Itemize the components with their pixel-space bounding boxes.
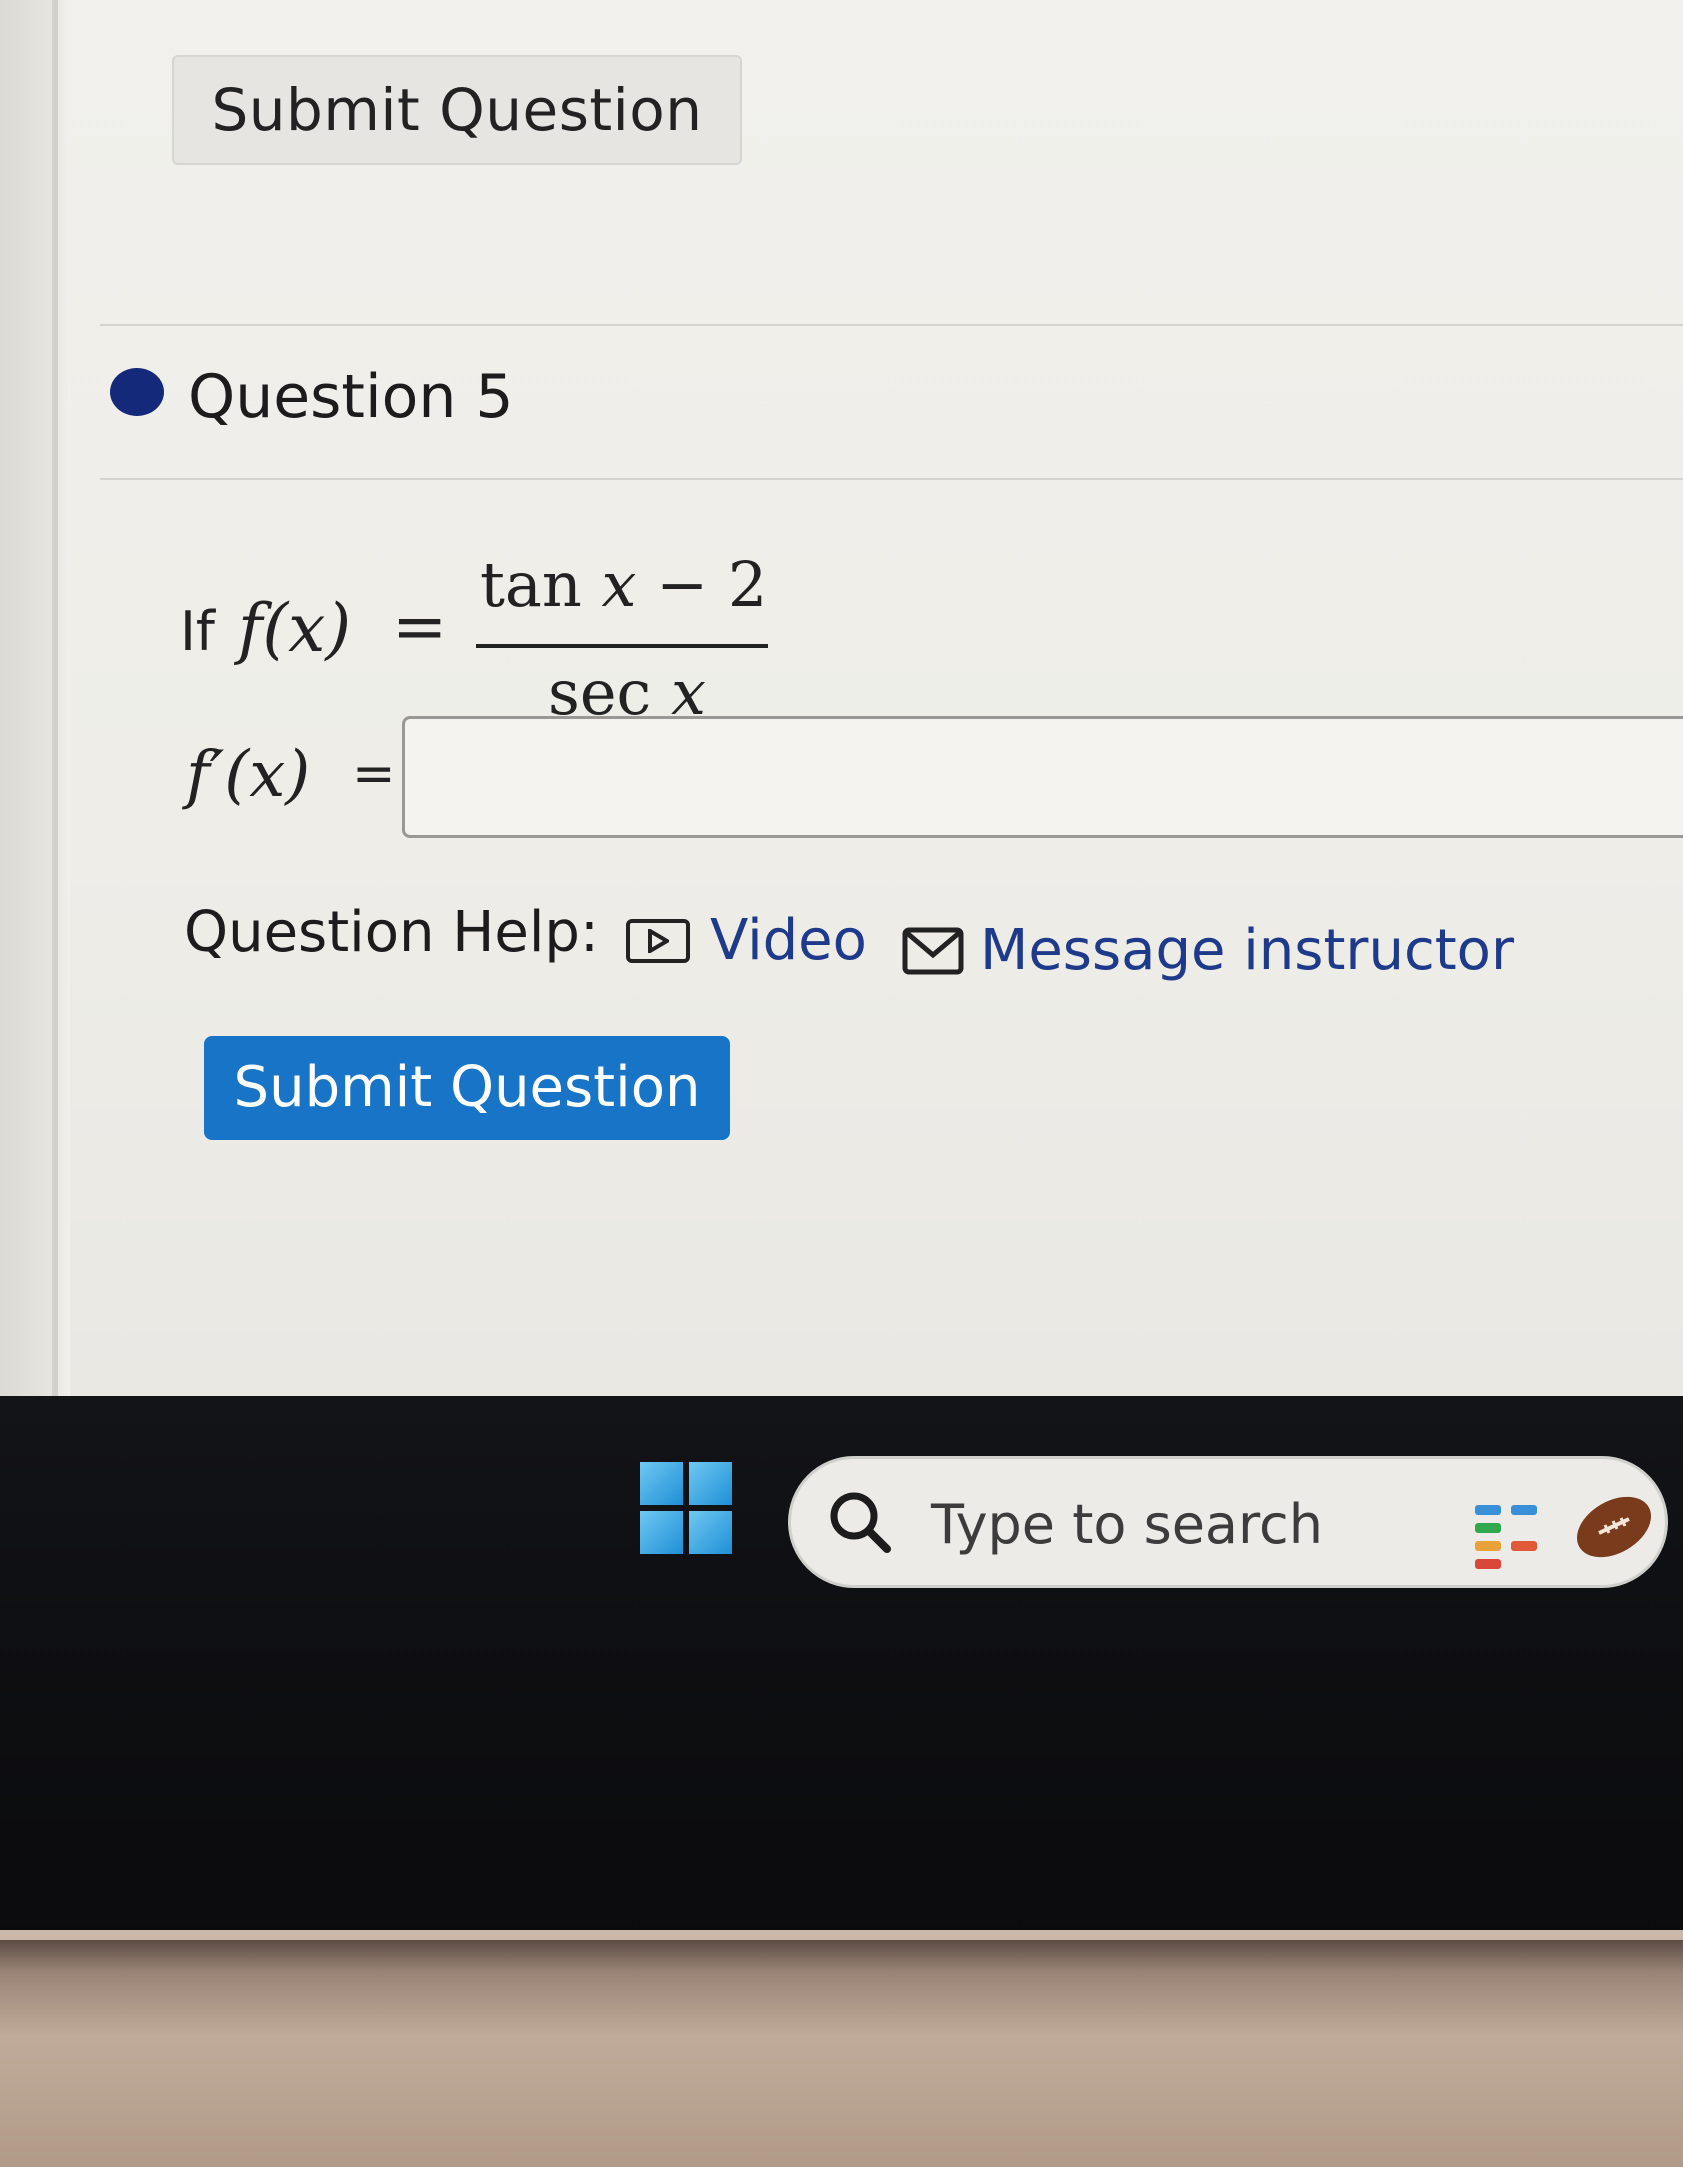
numerator-var: x (601, 548, 637, 621)
laptop-bezel (0, 1930, 1683, 2167)
play-icon (626, 918, 690, 963)
laptop-bezel-edge (0, 1930, 1683, 1940)
numerator-rest: − 2 (656, 548, 768, 621)
question-status-bullet (110, 368, 164, 416)
left-rail-divider (52, 0, 58, 1400)
equals-sign: = (392, 588, 448, 665)
left-rail (0, 0, 70, 1400)
football-icon (1577, 1496, 1651, 1558)
video-link[interactable]: Video (626, 908, 867, 973)
browser-page: Submit Question Question 5 If f(x) = tan… (0, 0, 1683, 1400)
message-instructor-label: Message instructor (980, 918, 1514, 983)
submit-question-button[interactable]: Submit Question (204, 1036, 730, 1140)
fraction-bar (476, 644, 768, 648)
widgets-icon[interactable] (1471, 1501, 1561, 1571)
windows-icon[interactable] (640, 1462, 732, 1554)
question-help-label: Question Help: (184, 900, 599, 965)
question-title: Question 5 (188, 362, 514, 432)
answer-input[interactable] (402, 716, 1683, 838)
taskbar-search-box[interactable]: Type to search (788, 1456, 1668, 1588)
submit-question-button-previous[interactable]: Submit Question (172, 55, 742, 165)
search-icon (830, 1492, 891, 1553)
answer-equals-sign: = (352, 744, 396, 804)
video-link-label: Video (710, 908, 867, 973)
search-placeholder: Type to search (931, 1493, 1323, 1556)
mail-icon (902, 927, 964, 974)
section-divider-top (100, 324, 1683, 326)
fraction-numerator: tan x − 2 (480, 548, 767, 621)
section-divider-bottom (100, 478, 1683, 480)
if-label: If (180, 600, 215, 663)
function-lhs: f(x) (238, 590, 352, 667)
message-instructor-link[interactable]: Message instructor (902, 918, 1514, 983)
derivative-lhs: f′(x) (186, 738, 311, 812)
numerator-func: tan (480, 548, 582, 621)
